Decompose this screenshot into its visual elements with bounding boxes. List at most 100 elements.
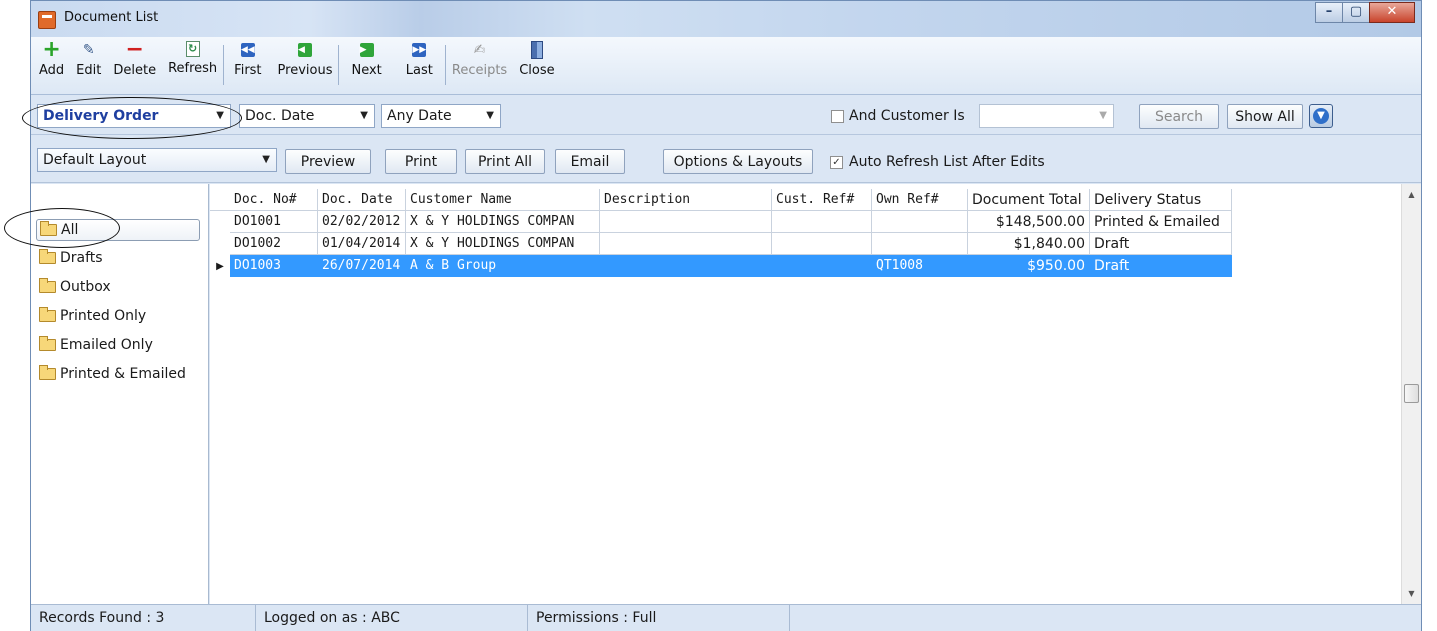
folder-icon [39,249,56,264]
edit-button[interactable]: ✎ Edit [70,37,107,93]
scroll-down-icon[interactable]: ▼ [1402,585,1421,602]
cell-cust-ref [772,255,872,277]
chevron-down-icon: ▼ [1099,110,1107,121]
delete-button[interactable]: − Delete [107,37,162,93]
cell-own-ref [872,233,968,255]
column-header[interactable]: Document Total [968,189,1090,211]
close-window-button[interactable]: ✕ [1369,2,1415,23]
auto-refresh-label: Auto Refresh List After Edits [849,154,1045,170]
options-layouts-button[interactable]: Options & Layouts [663,149,813,174]
folder-label: Outbox [60,279,111,295]
column-header[interactable]: Doc. Date [318,189,406,211]
column-header[interactable]: Own Ref# [872,189,968,211]
folder-label: Printed Only [60,308,147,324]
folder-icon [39,278,56,293]
table-row[interactable]: DO1001 02/02/2012 X & Y HOLDINGS COMPAN … [210,211,1232,233]
cell-own-ref: QT1008 [872,255,968,277]
column-header[interactable]: Delivery Status [1090,189,1232,211]
column-header[interactable]: Description [600,189,772,211]
chevron-down-icon: ▼ [360,110,368,121]
refresh-icon: ↻ [185,41,200,57]
document-grid: Doc. No# Doc. Date Customer Name Descrip… [210,184,1401,604]
expand-button[interactable]: ▼ [1309,104,1333,128]
cell-doc-no: DO1002 [230,233,318,255]
date-field-select[interactable]: Doc. Date ▼ [239,104,375,128]
cell-status: Draft [1090,255,1232,277]
print-all-button[interactable]: Print All [465,149,545,174]
cell-cust-ref [772,233,872,255]
search-button[interactable]: Search [1139,104,1219,129]
next-icon: ▶ [359,43,374,57]
folder-icon [39,307,56,322]
maximize-button[interactable]: ▢ [1342,2,1370,23]
folder-drafts[interactable]: Drafts [39,247,103,269]
grid-header: Doc. No# Doc. Date Customer Name Descrip… [210,189,1232,211]
date-field-value: Doc. Date [245,108,315,124]
document-type-select[interactable]: Delivery Order ▼ [37,104,231,128]
last-button[interactable]: ▶▶ Last [394,37,445,93]
scroll-thumb[interactable] [1404,384,1419,403]
cell-description [600,233,772,255]
edit-icon: ✎ [82,42,95,58]
cell-cust-ref [772,211,872,233]
cell-description [600,211,772,233]
previous-icon: ◀ [298,43,312,57]
folder-icon [39,365,56,380]
folder-sidebar: All Drafts Outbox Printed Only Emailed O… [31,184,209,604]
print-button[interactable]: Print [385,149,457,174]
chevron-down-icon: ▼ [486,110,494,121]
folder-label: Emailed Only [60,337,153,353]
vertical-scrollbar[interactable]: ▲ ▼ [1401,184,1421,604]
email-button[interactable]: Email [555,149,625,174]
add-button[interactable]: + Add [33,37,70,93]
minimize-button[interactable]: – [1315,2,1343,23]
cell-doc-date: 02/02/2012 [318,211,406,233]
folder-printed-emailed[interactable]: Printed & Emailed [39,363,186,385]
cell-doc-date: 01/04/2014 [318,233,406,255]
auto-refresh-checkbox[interactable]: ✓ [830,156,843,169]
logged-on-as: Logged on as : ABC [256,605,528,631]
cell-total: $950.00 [968,255,1090,277]
cell-customer: A & B Group [406,255,600,277]
table-row[interactable]: DO1002 01/04/2014 X & Y HOLDINGS COMPAN … [210,233,1232,255]
document-type-value: Delivery Order [43,108,159,124]
layout-value: Default Layout [43,152,147,168]
chevron-down-icon: ▼ [262,154,270,165]
scroll-up-icon[interactable]: ▲ [1402,186,1421,203]
last-icon: ▶▶ [412,43,427,57]
column-header[interactable]: Cust. Ref# [772,189,872,211]
folder-all[interactable]: All [36,219,200,241]
window-title: Document List [64,10,159,25]
first-button[interactable]: ◀◀ First [224,37,271,93]
document-list-window: Document List – ▢ ✕ + Add ✎ Edit − Delet… [30,0,1422,631]
column-header[interactable]: Doc. No# [230,189,318,211]
receipts-icon: ✍ [473,42,486,58]
cell-total: $148,500.00 [968,211,1090,233]
date-range-value: Any Date [387,108,452,124]
preview-button[interactable]: Preview [285,149,371,174]
folder-outbox[interactable]: Outbox [39,276,111,298]
permissions: Permissions : Full [528,605,790,631]
column-header[interactable]: Customer Name [406,189,600,211]
next-button[interactable]: ▶ Next [339,37,393,93]
receipts-button[interactable]: ✍ Receipts [446,37,513,93]
date-range-select[interactable]: Any Date ▼ [381,104,501,128]
show-all-button[interactable]: Show All [1227,104,1303,129]
table-row-selected[interactable]: DO1003 26/07/2014 A & B Group QT1008 $95… [210,255,1232,277]
customer-filter-checkbox[interactable] [831,110,844,123]
add-icon: + [42,37,61,62]
cell-status: Draft [1090,233,1232,255]
customer-select[interactable]: ▼ [979,104,1114,128]
window-controls: – ▢ ✕ [1315,2,1415,23]
row-pointer-icon: ▶ [216,260,224,272]
folder-emailed-only[interactable]: Emailed Only [39,334,153,356]
layout-select[interactable]: Default Layout ▼ [37,148,277,172]
arrow-down-circle-icon: ▼ [1313,108,1329,124]
close-button[interactable]: Close [513,37,560,93]
previous-button[interactable]: ◀ Previous [272,37,339,93]
filter-bar: Delivery Order ▼ Doc. Date ▼ Any Date ▼ … [31,95,1421,135]
refresh-button[interactable]: ↻ Refresh [162,37,223,93]
folder-printed-only[interactable]: Printed Only [39,305,146,327]
delete-icon: − [125,37,144,62]
customer-filter-label: And Customer Is [849,108,965,124]
